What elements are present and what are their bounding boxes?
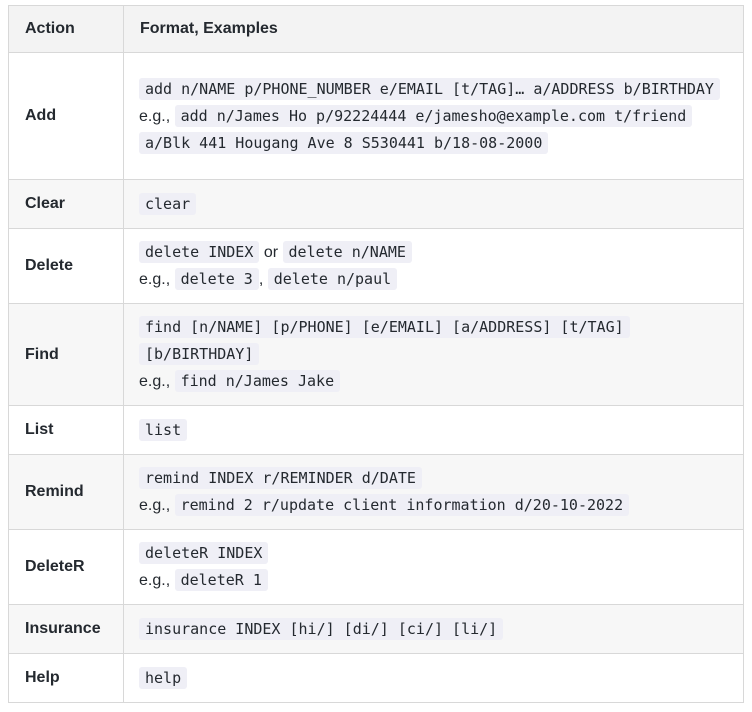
format-cell: insurance INDEX [hi/] [di/] [ci/] [li/] xyxy=(123,604,744,654)
format-code: remind INDEX r/REMINDER d/DATE xyxy=(139,467,422,489)
table-header-row: Action Format, Examples xyxy=(8,5,744,53)
table-row-help: Help help xyxy=(8,653,744,703)
format-code: delete INDEX xyxy=(139,241,260,263)
format-cell: delete INDEX or delete n/NAME e.g., dele… xyxy=(123,228,744,304)
table-row-remind: Remind remind INDEX r/REMINDER d/DATE e.… xyxy=(8,454,744,530)
example-code-alt: delete n/paul xyxy=(267,268,398,290)
command-summary-table: Action Format, Examples Add add n/NAME p… xyxy=(8,5,744,703)
example-code: find n/James Jake xyxy=(174,370,341,392)
header-format: Format, Examples xyxy=(123,5,744,53)
format-code: insurance INDEX [hi/] [di/] [ci/] [li/] xyxy=(139,617,504,640)
table-row-list: List list xyxy=(8,405,744,455)
format-cell: deleteR INDEX e.g., deleteR 1 xyxy=(123,529,744,605)
comma-separator: , xyxy=(258,271,264,288)
format-cell: remind INDEX r/REMINDER d/DATE e.g., rem… xyxy=(123,454,744,530)
example-code: delete 3 xyxy=(174,268,259,290)
example-label: e.g., xyxy=(139,497,171,514)
action-cell: DeleteR xyxy=(8,529,124,605)
example-label: e.g., xyxy=(139,107,171,125)
example-code: remind 2 r/update client information d/2… xyxy=(174,494,630,516)
example-label: e.g., xyxy=(139,373,171,390)
format-code: find [n/NAME] [p/PHONE] [e/EMAIL] [a/ADD… xyxy=(139,316,630,365)
table-row-clear: Clear clear xyxy=(8,179,744,229)
table-row-add: Add add n/NAME p/PHONE_NUMBER e/EMAIL [t… xyxy=(8,52,744,180)
example-code: deleteR 1 xyxy=(174,569,268,591)
format-cell: clear xyxy=(123,179,744,229)
action-cell: Add xyxy=(8,52,124,180)
format-code-alt: delete n/NAME xyxy=(282,241,412,263)
format-code: list xyxy=(139,418,188,441)
format-cell: find [n/NAME] [p/PHONE] [e/EMAIL] [a/ADD… xyxy=(123,303,744,406)
format-cell: help xyxy=(123,653,744,703)
example-label: e.g., xyxy=(139,572,171,589)
format-cell: list xyxy=(123,405,744,455)
format-cell: add n/NAME p/PHONE_NUMBER e/EMAIL [t/TAG… xyxy=(123,52,744,180)
format-code: clear xyxy=(139,192,197,215)
format-code: help xyxy=(139,666,188,689)
action-cell: Delete xyxy=(8,228,124,304)
action-cell: Find xyxy=(8,303,124,406)
table-row-deleter: DeleteR deleteR INDEX e.g., deleteR 1 xyxy=(8,529,744,605)
header-action: Action xyxy=(8,5,124,53)
example-code: add n/James Ho p/92224444 e/jamesho@exam… xyxy=(139,104,693,154)
action-cell: Clear xyxy=(8,179,124,229)
action-cell: Help xyxy=(8,653,124,703)
format-code: deleteR INDEX xyxy=(139,542,269,564)
or-label: or xyxy=(263,244,279,261)
table-row-find: Find find [n/NAME] [p/PHONE] [e/EMAIL] [… xyxy=(8,303,744,406)
table-row-insurance: Insurance insurance INDEX [hi/] [di/] [c… xyxy=(8,604,744,654)
action-cell: Insurance xyxy=(8,604,124,654)
action-cell: List xyxy=(8,405,124,455)
format-code: add n/NAME p/PHONE_NUMBER e/EMAIL [t/TAG… xyxy=(139,77,720,100)
table-row-delete: Delete delete INDEX or delete n/NAME e.g… xyxy=(8,228,744,304)
example-label: e.g., xyxy=(139,271,171,288)
action-cell: Remind xyxy=(8,454,124,530)
